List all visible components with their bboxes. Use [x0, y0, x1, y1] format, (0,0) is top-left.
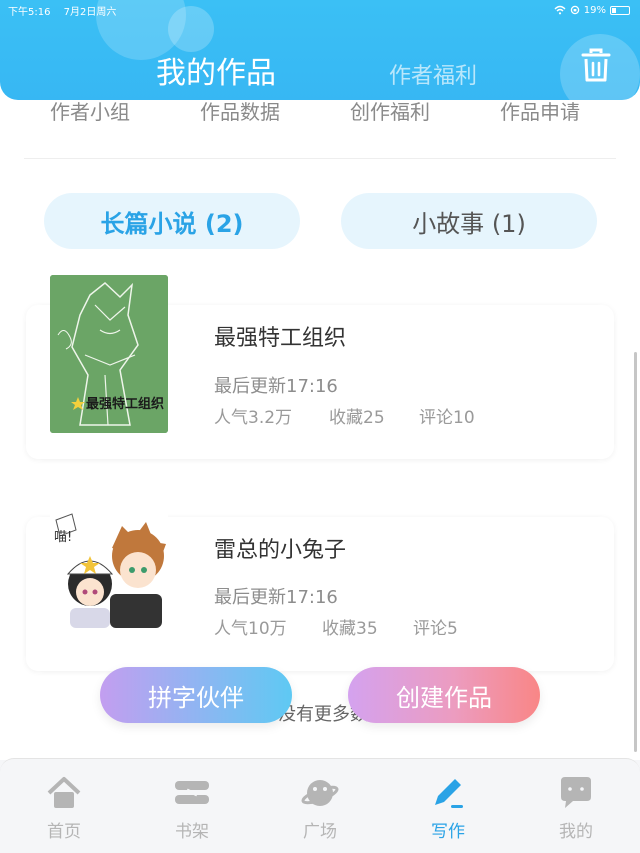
work-popularity: 人气10万 [214, 619, 287, 639]
tabbar-label: 写作 [431, 822, 465, 842]
battery-percent: 19% [583, 4, 606, 16]
wifi-icon [554, 5, 566, 15]
tabbar-item-plaza[interactable]: 广场 [280, 775, 360, 842]
content-area: 作者小组 作品数据 创作福利 作品申请 长篇小说 (2) 小故事 (1) 最强特… [0, 0, 640, 760]
pen-icon [435, 779, 463, 808]
divider [24, 158, 616, 159]
tabbar-item-me[interactable]: 我的 [536, 775, 616, 842]
work-comments: 评论5 [413, 619, 458, 639]
work-last-update: 最后更新17:16 [214, 376, 338, 397]
home-icon [47, 777, 81, 808]
battery-icon [610, 5, 630, 15]
planet-icon [301, 780, 339, 806]
cover-exclamation: 喵! [54, 530, 73, 545]
orientation-lock-icon [570, 5, 580, 15]
work-favorites: 收藏25 [329, 408, 385, 428]
work-popularity: 人气3.2万 [214, 408, 293, 428]
book-cover[interactable]: 喵! [50, 486, 168, 644]
tabbar-item-bookshelf[interactable]: 书架 [152, 775, 232, 842]
work-title[interactable]: 最强特工组织 [214, 320, 346, 352]
scrollbar[interactable] [634, 352, 637, 752]
create-work-button[interactable]: 创建作品 [348, 667, 540, 723]
status-date: 7月2日周六 [63, 7, 117, 18]
subnav-writing-benefits[interactable]: 创作福利 [350, 96, 430, 125]
work-last-update: 最后更新17:16 [214, 587, 338, 608]
work-title[interactable]: 雷总的小兔子 [214, 532, 346, 564]
chat-icon [561, 777, 591, 808]
tab-short-stories[interactable]: 小故事 (1) [341, 193, 597, 249]
page-title[interactable]: 我的作品 [156, 48, 276, 92]
header-bar: 下午5:16 7月2日周六 19% 我的作品 作者福利 [0, 0, 640, 100]
tabbar-label: 广场 [303, 822, 337, 842]
cover-title: 最强特工组织 [86, 397, 165, 412]
status-bar: 下午5:16 7月2日周六 19% [8, 3, 630, 18]
bottom-tab-bar: 首页 书架 广场 写作 我的 [0, 758, 640, 853]
bookshelf-icon [175, 781, 209, 804]
tab-novels[interactable]: 长篇小说 (2) [44, 193, 300, 249]
work-favorites: 收藏35 [322, 619, 378, 639]
tabbar-item-home[interactable]: 首页 [24, 775, 104, 842]
subnav-work-application[interactable]: 作品申请 [500, 96, 580, 125]
author-benefits-tab[interactable]: 作者福利 [389, 58, 477, 90]
tabbar-label: 书架 [175, 822, 209, 842]
trash-icon[interactable] [580, 48, 612, 84]
tabbar-label: 首页 [47, 822, 81, 842]
subnav-work-data[interactable]: 作品数据 [200, 96, 280, 125]
writing-partner-button[interactable]: 拼字伙伴 [100, 667, 292, 723]
tabbar-item-write[interactable]: 写作 [408, 775, 488, 842]
status-time: 下午5:16 [8, 7, 51, 18]
subnav-author-group[interactable]: 作者小组 [50, 96, 130, 125]
book-cover[interactable]: 最强特工组织 [50, 275, 168, 433]
work-comments: 评论10 [419, 408, 475, 428]
tabbar-label: 我的 [559, 822, 593, 842]
